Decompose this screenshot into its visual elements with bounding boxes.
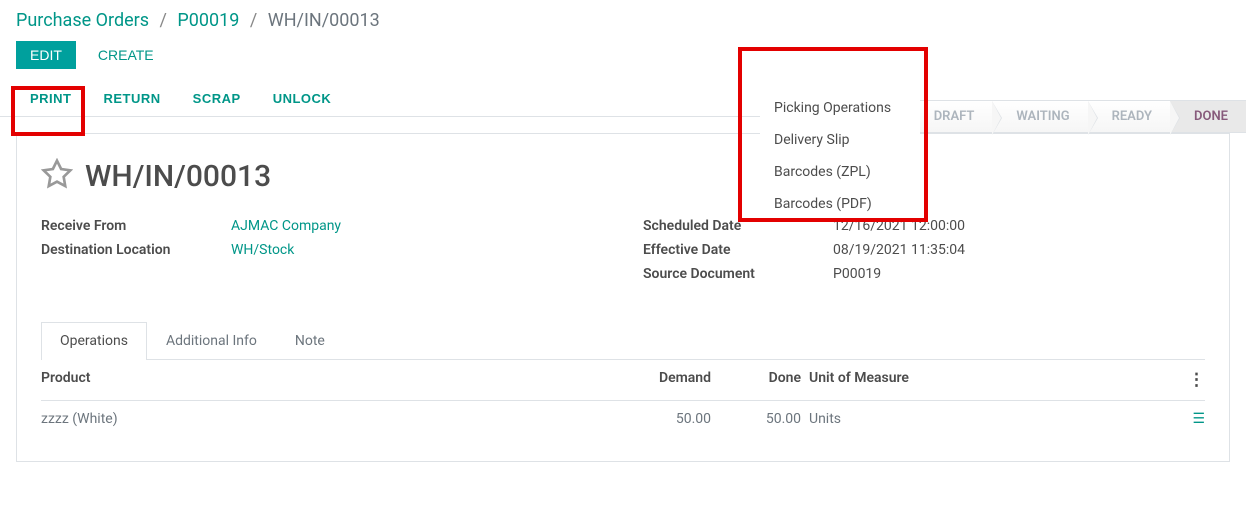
edit-button[interactable]: EDIT: [16, 41, 76, 69]
cell-product: zzzz (White): [41, 411, 461, 427]
tab-additional-info[interactable]: Additional Info: [147, 322, 276, 359]
tab-note[interactable]: Note: [276, 322, 344, 359]
effective-date-label: Effective Date: [643, 242, 833, 258]
status-done[interactable]: DONE: [1170, 100, 1246, 133]
page-title: WH/IN/00013: [85, 159, 271, 194]
breadcrumb-parent[interactable]: P00019: [177, 10, 239, 31]
unlock-button[interactable]: UNLOCK: [257, 81, 348, 116]
form-sheet: WH/IN/00013 Receive From AJMAC Company S…: [16, 133, 1230, 462]
cell-done: 50.00: [741, 411, 801, 427]
status-bar: DRAFT WAITING READY DONE: [910, 100, 1246, 133]
scheduled-date-value: 12/16/2021 12:00:00: [833, 218, 965, 234]
status-waiting[interactable]: WAITING: [992, 100, 1087, 133]
print-option-delivery[interactable]: Delivery Slip: [760, 124, 920, 156]
col-demand-header: Demand: [461, 370, 741, 390]
destination-value[interactable]: WH/Stock: [231, 242, 294, 258]
source-doc-label: Source Document: [643, 266, 833, 282]
breadcrumb-root[interactable]: Purchase Orders: [16, 10, 149, 31]
scheduled-date-label: Scheduled Date: [643, 218, 833, 234]
source-doc-value: P00019: [833, 266, 881, 282]
breadcrumb-current: WH/IN/00013: [268, 10, 380, 31]
col-done-header: Done: [741, 370, 801, 390]
print-button[interactable]: PRINT: [14, 81, 88, 116]
destination-label: Destination Location: [41, 242, 231, 258]
receive-from-value[interactable]: AJMAC Company: [231, 218, 341, 234]
return-button[interactable]: RETURN: [88, 81, 177, 116]
tab-operations[interactable]: Operations: [41, 322, 147, 360]
col-uom-header: Unit of Measure: [801, 370, 1085, 390]
effective-date-value: 08/19/2021 11:35:04: [833, 242, 965, 258]
cell-demand: 50.00: [461, 411, 741, 427]
table-row[interactable]: zzzz (White) 50.00 50.00 Units ☰: [41, 401, 1205, 437]
breadcrumb: Purchase Orders / P00019 / WH/IN/00013: [0, 0, 1246, 41]
print-option-barcodes-zpl[interactable]: Barcodes (ZPL): [760, 156, 920, 188]
breadcrumb-sep: /: [160, 10, 167, 31]
col-product-header: Product: [41, 370, 461, 390]
print-option-picking[interactable]: Picking Operations: [760, 92, 920, 124]
create-button[interactable]: CREATE: [84, 41, 168, 69]
status-ready[interactable]: READY: [1088, 100, 1170, 133]
breadcrumb-sep: /: [250, 10, 257, 31]
cell-uom: Units: [801, 411, 1085, 427]
print-option-barcodes-pdf[interactable]: Barcodes (PDF): [760, 188, 920, 220]
column-options-icon[interactable]: ⋮: [1188, 370, 1205, 390]
controls-row: EDIT CREATE Print Action: [0, 41, 1246, 81]
print-dropdown: Picking Operations Delivery Slip Barcode…: [760, 92, 920, 220]
receive-from-label: Receive From: [41, 218, 231, 234]
tabs: Operations Additional Info Note: [41, 322, 1205, 360]
star-icon[interactable]: [41, 158, 73, 194]
detail-list-icon[interactable]: ☰: [1192, 411, 1205, 427]
table-header: Product Demand Done Unit of Measure ⋮: [41, 360, 1205, 401]
status-draft[interactable]: DRAFT: [910, 100, 993, 133]
scrap-button[interactable]: SCRAP: [177, 81, 257, 116]
